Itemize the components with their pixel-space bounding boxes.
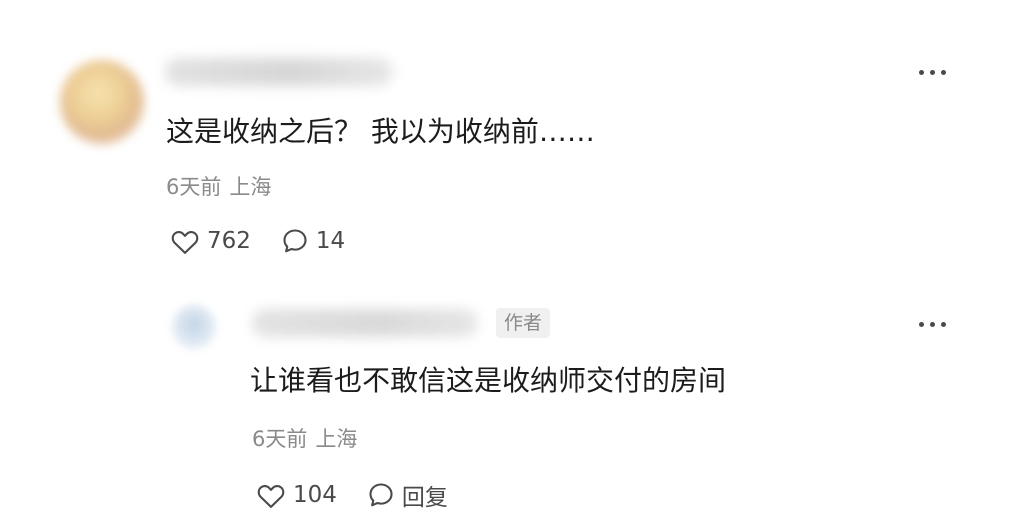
comment-actions: 762 14 (170, 227, 375, 255)
comment-like-button[interactable]: 762 (170, 228, 251, 255)
comment-more-button[interactable] (914, 56, 950, 88)
reply-location: 上海 (315, 427, 358, 451)
commenter-username-blurred[interactable] (165, 58, 393, 86)
comment-time: 6天前 (166, 175, 222, 199)
comment-text: 这是收纳之后？ 我以为收纳前…… (166, 115, 595, 148)
reply-more-button[interactable] (914, 308, 950, 340)
comment-reply-button[interactable]: 14 (281, 227, 345, 255)
speech-bubble-icon (283, 229, 307, 253)
reply-author-avatar[interactable] (172, 305, 216, 349)
author-badge: 作者 (496, 308, 551, 338)
comment-meta: 6天前 上海 (166, 172, 271, 202)
reply-actions: 104 回复 (256, 478, 478, 512)
reply-reply-label: 回复 (401, 485, 448, 511)
reply-author-username-blurred[interactable] (252, 309, 478, 337)
reply-reply-button[interactable]: 回复 (367, 478, 448, 512)
more-horizontal-icon (918, 69, 946, 75)
reply-time: 6天前 (252, 427, 308, 451)
reply-text: 让谁看也不敢信这是收纳师交付的房间 (250, 364, 727, 397)
reply-like-button[interactable]: 104 (256, 482, 337, 509)
commenter-avatar[interactable] (60, 60, 144, 144)
heart-outline-icon (257, 484, 285, 508)
heart-outline-icon (171, 230, 199, 254)
more-horizontal-icon (918, 321, 946, 327)
reply-like-count: 104 (293, 482, 337, 508)
speech-bubble-icon (369, 483, 393, 507)
comment-location: 上海 (229, 175, 272, 199)
comment-like-count: 762 (207, 228, 251, 254)
comment-reply-count: 14 (315, 228, 346, 254)
reply-meta: 6天前 上海 (252, 424, 357, 454)
